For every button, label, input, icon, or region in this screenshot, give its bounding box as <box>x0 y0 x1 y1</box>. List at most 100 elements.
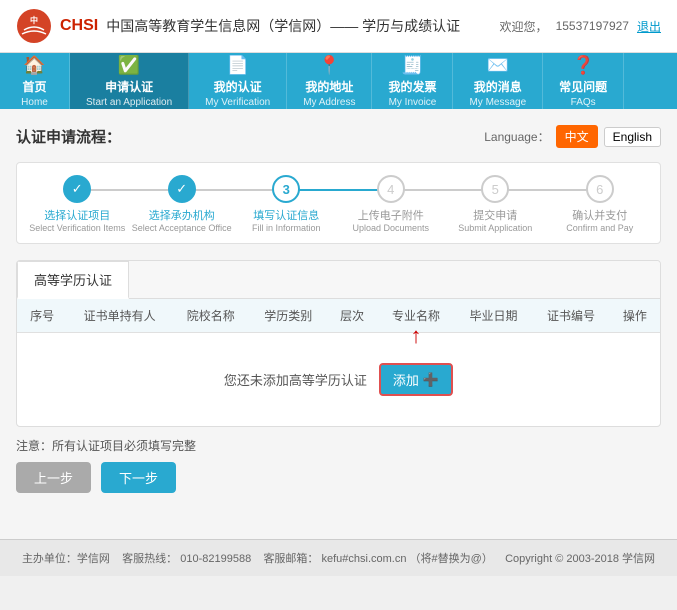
step-6-circle: 6 <box>586 175 614 203</box>
step-2-cn: 选择承办机构 <box>149 207 215 223</box>
step-2-en: Select Acceptance Office <box>132 223 232 233</box>
welcome-text: 欢迎您， <box>500 18 548 35</box>
footer-hotline-label: 客服热线： <box>122 553 177 565</box>
nav-address-cn: 我的地址 <box>305 78 353 95</box>
nav-faq[interactable]: ❓ 常见问题 FAQs <box>543 53 624 109</box>
nav-my-verify[interactable]: 📄 我的认证 My Verification <box>189 53 287 109</box>
nav-apply-en: Start an Application <box>86 97 172 108</box>
step-3-cn: 填写认证信息 <box>253 207 319 223</box>
step-5-cn: 提交申请 <box>473 207 517 223</box>
step-6-en: Confirm and Pay <box>566 223 633 233</box>
nav-apply-cn: 申请认证 <box>105 78 153 95</box>
lang-en-button[interactable]: English <box>604 127 661 147</box>
logout-link[interactable]: 退出 <box>637 18 661 35</box>
svg-text:中: 中 <box>30 15 38 25</box>
logo-area: 中 CHSI 中国高等教育学生信息网（学信网）—— 学历与成绩认证 <box>16 8 460 44</box>
nav-message-en: My Message <box>469 97 526 108</box>
step-6: 6 确认并支付 Confirm and Pay <box>548 175 653 233</box>
step-1-cn: 选择认证项目 <box>44 207 110 223</box>
col-cert-num: 证书编号 <box>532 299 610 333</box>
step-5-circle: 5 <box>481 175 509 203</box>
verify-icon: 📄 <box>226 55 248 76</box>
table-header-row: 序号 证书单持有人 院校名称 学历类别 层次 专业名称 毕业日期 证书编号 操作 <box>17 299 660 333</box>
empty-row: 您还未添加高等学历认证 添加 ➕ ↑ <box>17 333 660 427</box>
footer-copyright: Copyright © 2003-2018 学信网 <box>505 553 655 565</box>
add-cert-button[interactable]: 添加 ➕ <box>379 363 453 396</box>
col-holder: 证书单持有人 <box>67 299 172 333</box>
red-arrow-icon: ↑ <box>411 325 422 347</box>
nav-address-en: My Address <box>303 97 355 108</box>
footer-email: kefu#chsi.com.cn <box>322 553 407 565</box>
footer-email-label: 客服邮箱： <box>263 553 318 565</box>
step-4-circle: 4 <box>377 175 405 203</box>
data-table: 序号 证书单持有人 院校名称 学历类别 层次 专业名称 毕业日期 证书编号 操作… <box>17 299 660 426</box>
navigation-bar: 🏠 首页 Home ✅ 申请认证 Start an Application 📄 … <box>0 53 677 109</box>
prev-button[interactable]: 上一步 <box>16 462 91 493</box>
nav-buttons: 上一步 下一步 <box>16 462 661 493</box>
nav-my-invoice[interactable]: 🧾 我的发票 My Invoice <box>372 53 453 109</box>
nav-verify-cn: 我的认证 <box>214 78 262 95</box>
home-icon: 🏠 <box>23 55 45 76</box>
chsi-logo: 中 <box>16 8 52 44</box>
table-body: 您还未添加高等学历认证 添加 ➕ ↑ <box>17 333 660 427</box>
col-action: 操作 <box>610 299 660 333</box>
step-6-cn: 确认并支付 <box>572 207 627 223</box>
nav-my-message[interactable]: ✉️ 我的消息 My Message <box>453 53 543 109</box>
next-button[interactable]: 下一步 <box>101 462 176 493</box>
step-1-circle: ✓ <box>63 175 91 203</box>
tab-container: 高等学历认证 序号 证书单持有人 院校名称 学历类别 层次 专业名称 毕业日期 … <box>16 260 661 427</box>
process-header: 认证申请流程： Language： 中文 English <box>16 125 661 148</box>
nav-invoice-cn: 我的发票 <box>388 78 436 95</box>
nav-verify-en: My Verification <box>205 97 270 108</box>
step-1-en: Select Verification Items <box>29 223 125 233</box>
nav-home[interactable]: 🏠 首页 Home <box>0 53 70 109</box>
process-title: 认证申请流程： <box>16 126 121 147</box>
step-1: ✓ 选择认证项目 Select Verification Items <box>25 175 130 233</box>
invoice-icon: 🧾 <box>401 55 423 76</box>
language-switcher: Language： 中文 English <box>484 125 661 148</box>
table-head: 序号 证书单持有人 院校名称 学历类别 层次 专业名称 毕业日期 证书编号 操作 <box>17 299 660 333</box>
step-5-en: Submit Application <box>458 223 532 233</box>
main-content: 认证申请流程： Language： 中文 English ✓ 选择认证项目 Se… <box>0 109 677 539</box>
col-level: 层次 <box>327 299 377 333</box>
step-3-en: Fill in Information <box>252 223 321 233</box>
nav-home-cn: 首页 <box>22 78 46 95</box>
add-btn-wrapper: 添加 ➕ ↑ <box>379 363 453 396</box>
nav-faq-en: FAQs <box>571 97 596 108</box>
nav-message-cn: 我的消息 <box>474 78 522 95</box>
tab-header: 高等学历认证 <box>17 261 660 299</box>
nav-invoice-en: My Invoice <box>389 97 437 108</box>
user-id: 15537197927 <box>556 19 629 33</box>
footer-email-note: （将#替换为@） <box>410 553 493 565</box>
tab-degree-cert[interactable]: 高等学历认证 <box>17 261 129 299</box>
step-4: 4 上传电子附件 Upload Documents <box>339 175 444 233</box>
language-label: Language： <box>484 128 549 145</box>
footer-hotline: 010-82199588 <box>180 553 251 565</box>
step-2: ✓ 选择承办机构 Select Acceptance Office <box>130 175 235 233</box>
nav-faq-cn: 常见问题 <box>559 78 607 95</box>
top-right-area: 欢迎您， 15537197927 退出 <box>500 18 661 35</box>
step-4-cn: 上传电子附件 <box>358 207 424 223</box>
nav-my-address[interactable]: 📍 我的地址 My Address <box>287 53 372 109</box>
step-2-circle: ✓ <box>168 175 196 203</box>
steps-container: ✓ 选择认证项目 Select Verification Items ✓ 选择承… <box>16 162 661 244</box>
faq-icon: ❓ <box>572 55 594 76</box>
empty-row-content: 您还未添加高等学历认证 添加 ➕ ↑ <box>27 363 650 396</box>
empty-message: 您还未添加高等学历认证 <box>224 370 367 389</box>
footer: 主办单位：学信网 客服热线： 010-82199588 客服邮箱： kefu#c… <box>0 539 677 576</box>
nav-apply[interactable]: ✅ 申请认证 Start an Application <box>70 53 189 109</box>
site-title: 中国高等教育学生信息网（学信网）—— 学历与成绩认证 <box>106 16 460 36</box>
logo-chsi-label: CHSI <box>60 17 98 35</box>
add-btn-icon: ➕ <box>423 372 439 388</box>
nav-home-en: Home <box>21 97 48 108</box>
message-icon: ✉️ <box>487 55 509 76</box>
col-degree-type: 学历类别 <box>250 299 328 333</box>
step-4-en: Upload Documents <box>352 223 429 233</box>
top-header: 中 CHSI 中国高等教育学生信息网（学信网）—— 学历与成绩认证 欢迎您， 1… <box>0 0 677 53</box>
note-text: 注意：所有认证项目必须填写完整 <box>16 437 661 454</box>
col-index: 序号 <box>17 299 67 333</box>
col-school: 院校名称 <box>172 299 250 333</box>
address-icon: 📍 <box>318 55 340 76</box>
lang-cn-button[interactable]: 中文 <box>556 125 598 148</box>
add-btn-label: 添加 <box>393 370 419 389</box>
